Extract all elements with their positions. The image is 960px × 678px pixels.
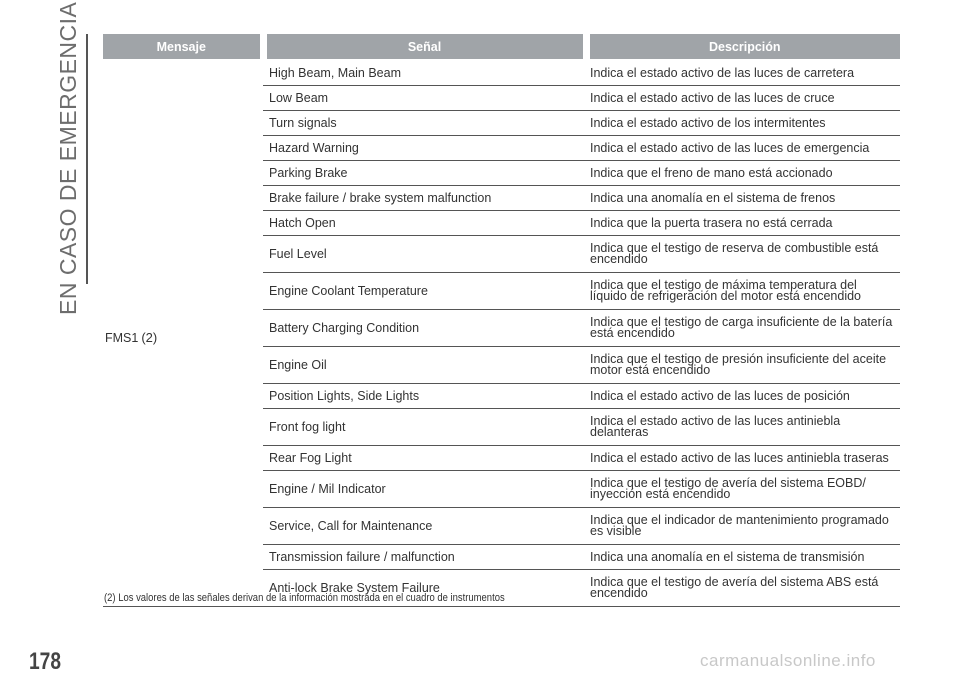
- description-cell: Indica que el indicador de mantenimiento…: [586, 507, 900, 545]
- description-cell: Indica que el testigo de reserva de comb…: [586, 235, 900, 273]
- description-cell: Indica el estado activo de los intermite…: [586, 110, 900, 136]
- signals-table: Mensaje Señal Descripción FMS1 (2) High Be…: [103, 34, 900, 607]
- message-footnote-ref: (2): [141, 330, 158, 345]
- header-mensaje: Mensaje: [103, 34, 263, 61]
- header-senal: Señal: [259, 34, 586, 61]
- description-cell: Indica el estado activo de las luces de …: [586, 383, 900, 409]
- description-cell: Indica el estado activo de las luces ant…: [586, 445, 900, 471]
- table-row: FMS1 (2) High Beam, Main Beam Indica el est…: [103, 60, 900, 607]
- signal-cell: Engine Coolant Temperature: [263, 272, 586, 310]
- watermark: carmanualsonline.info: [700, 651, 876, 670]
- signal-cell: Engine Oil: [263, 346, 586, 384]
- description-cell: Indica que el testigo de avería del sist…: [586, 569, 900, 607]
- section-divider: [86, 34, 88, 284]
- section-title-text: EN CASO DE EMERGENCIA: [55, 1, 81, 315]
- signal-cell: Brake failure / brake system malfunction: [263, 185, 586, 211]
- signal-cell: Battery Charging Condition: [263, 309, 586, 347]
- signal-cell: Rear Fog Light: [263, 445, 586, 471]
- signal-cell: High Beam, Main Beam: [263, 60, 586, 86]
- table-header-row: Mensaje Señal Descripción: [103, 34, 900, 61]
- signal-cell: Hatch Open: [263, 210, 586, 236]
- signal-cell: Engine / Mil Indicator: [263, 470, 586, 508]
- description-cell: Indica el estado activo de las luces ant…: [586, 408, 900, 446]
- signal-cell: Hazard Warning: [263, 135, 586, 161]
- footnote: (2) Los valores de las señales derivan d…: [104, 592, 505, 604]
- description-cell: Indica que el freno de mano está acciona…: [586, 160, 900, 186]
- description-cell: Indica que el testigo de carga insuficie…: [586, 309, 900, 347]
- signal-cell: Transmission failure / malfunction: [263, 544, 586, 570]
- table-body: FMS1 (2) High Beam, Main Beam Indica el est…: [103, 60, 900, 607]
- message-cell: FMS1 (2): [103, 60, 263, 607]
- signal-cell: Low Beam: [263, 85, 586, 111]
- signal-cell: Fuel Level: [263, 235, 586, 273]
- description-cell: Indica una anomalía en el sistema de tra…: [586, 544, 900, 570]
- signal-cell: Position Lights, Side Lights: [263, 383, 586, 409]
- page-number: 178: [29, 648, 62, 675]
- signal-cell: Front fog light: [263, 408, 586, 446]
- header-descripcion: Descripción: [582, 34, 900, 61]
- message-label: FMS1: [105, 331, 139, 345]
- description-cell: Indica que el testigo de presión insufic…: [586, 346, 900, 384]
- description-cell: Indica una anomalía en el sistema de fre…: [586, 185, 900, 211]
- description-cell: Indica el estado activo de las luces de …: [586, 60, 900, 86]
- description-cell: Indica el estado activo de las luces de …: [586, 85, 900, 111]
- signal-cell: Service, Call for Maintenance: [263, 507, 586, 545]
- description-cell: Indica que el testigo de máxima temperat…: [586, 272, 900, 310]
- signal-cell: Parking Brake: [263, 160, 586, 186]
- description-cell: Indica que la puerta trasera no está cer…: [586, 210, 900, 236]
- description-cell: Indica el estado activo de las luces de …: [586, 135, 900, 161]
- signal-cell: Turn signals: [263, 110, 586, 136]
- description-cell: Indica que el testigo de avería del sist…: [586, 470, 900, 508]
